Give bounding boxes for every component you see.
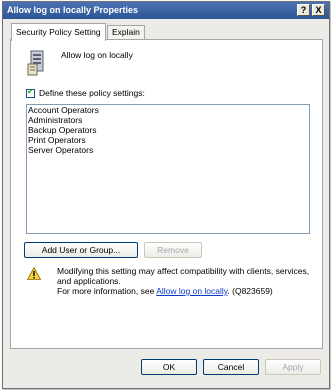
remove-button[interactable]: Remove	[144, 242, 202, 258]
tab-security-policy-setting[interactable]: Security Policy Setting	[11, 23, 106, 41]
more-info-suffix: . (Q823659)	[227, 286, 273, 296]
list-item[interactable]: Print Operators	[27, 135, 309, 145]
list-item[interactable]: Server Operators	[27, 145, 309, 155]
tab-panel: Allow log on locally Define these policy…	[10, 39, 323, 349]
more-info-prefix: For more information, see	[57, 286, 157, 296]
more-info-line: For more information, see Allow log on l…	[57, 286, 312, 296]
title-bar[interactable]: Allow log on locally Properties ? X	[3, 2, 329, 19]
window-title: Allow log on locally Properties	[7, 5, 139, 15]
list-item[interactable]: Administrators	[27, 115, 309, 125]
properties-dialog: Allow log on locally Properties ? X Secu…	[2, 1, 330, 389]
more-info-link[interactable]: Allow log on locally	[156, 286, 227, 296]
tab-explain[interactable]: Explain	[107, 25, 145, 40]
ok-button[interactable]: OK	[141, 359, 197, 375]
accounts-listbox[interactable]: Account Operators Administrators Backup …	[26, 104, 310, 234]
list-item[interactable]: Account Operators	[27, 105, 309, 115]
close-button[interactable]: X	[312, 4, 325, 16]
apply-button[interactable]: Apply	[265, 359, 321, 375]
define-policy-checkbox[interactable]	[26, 87, 35, 98]
cancel-button[interactable]: Cancel	[203, 359, 259, 375]
warning-icon	[27, 267, 41, 280]
warning-message: Modifying this setting may affect compat…	[57, 266, 310, 286]
policy-name: Allow log on locally	[61, 50, 133, 60]
warning-text: Modifying this setting may affect compat…	[57, 266, 312, 296]
help-button[interactable]: ?	[297, 4, 310, 16]
define-policy-label[interactable]: Define these policy settings:	[39, 88, 145, 98]
list-item[interactable]: Backup Operators	[27, 125, 309, 135]
add-user-or-group-button[interactable]: Add User or Group...	[24, 242, 138, 258]
policy-server-icon	[27, 50, 44, 76]
